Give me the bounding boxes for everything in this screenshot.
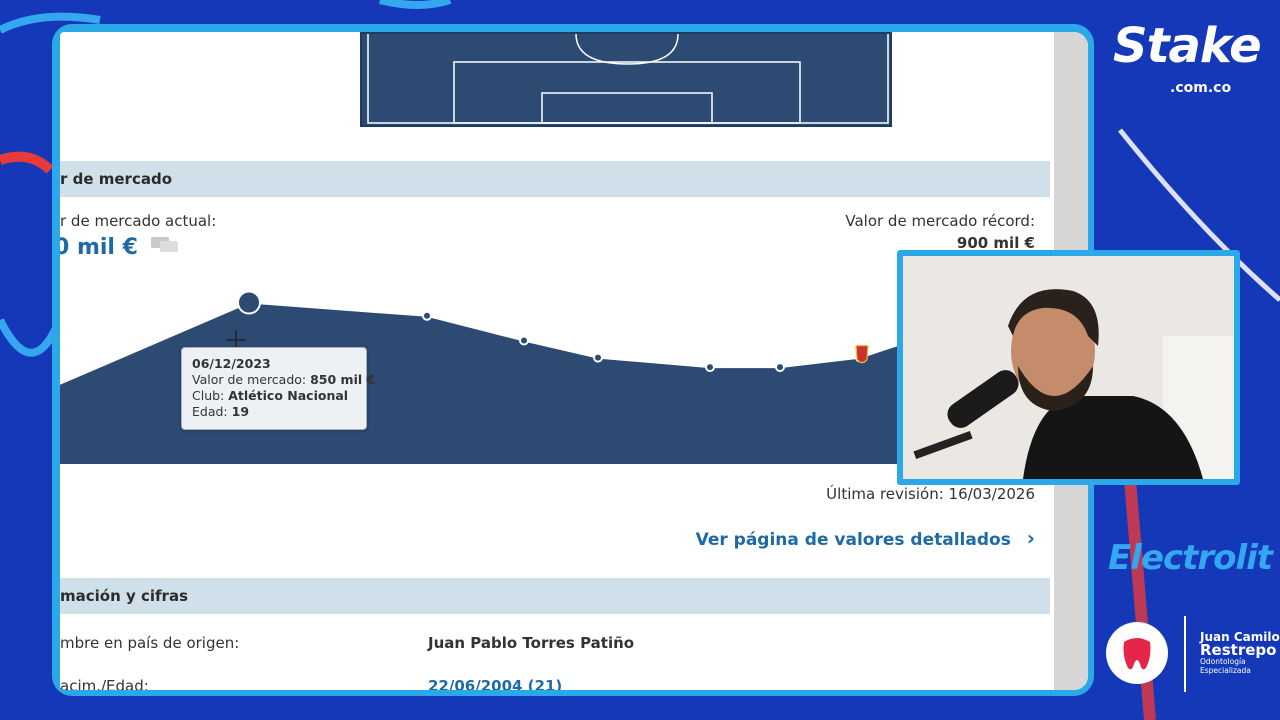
facts-row-label: mbre en país de origen: [60, 634, 240, 652]
birthdate-link[interactable]: 22/06/2004 (21) [428, 677, 562, 690]
last-review: Última revisión: 16/03/2026 [826, 485, 1035, 503]
chart-point[interactable] [422, 310, 432, 321]
sponsor-name: Juan Camilo Restrepo [1200, 630, 1280, 659]
chart-tooltip: 06/12/2023 Valor de mercado: 850 mil € C… [181, 347, 376, 430]
tooltip-date: 06/12/2023 [192, 356, 271, 371]
chart-point[interactable] [519, 335, 529, 346]
current-value: 0 mil € [60, 234, 180, 262]
webcam-overlay [897, 250, 1240, 485]
facts-row-label: acim./Edad: [60, 677, 149, 690]
comment-icon[interactable] [150, 234, 180, 262]
webcam-feed [903, 256, 1234, 479]
tooth-logo-icon [1106, 622, 1168, 684]
chart-point[interactable] [705, 362, 715, 373]
tooltip-value-row: Valor de mercado: 850 mil € [192, 372, 376, 387]
chevron-right-icon: › [1026, 526, 1035, 550]
club-crest-icon[interactable] [855, 345, 869, 364]
electrolit-logo: Electrolit [1108, 538, 1273, 578]
detailed-values-link[interactable]: Ver página de valores detallados › [696, 526, 1035, 550]
facts-section-title: mación y cifras [60, 587, 188, 605]
current-value-label: r de mercado actual: [60, 212, 217, 230]
market-value-section-header: r de mercado [60, 161, 1050, 197]
tooltip-club-row: Club: Atlético Nacional [192, 388, 349, 403]
sponsor-divider [1184, 616, 1186, 692]
facts-row-value: Juan Pablo Torres Patiño [428, 634, 635, 652]
chart-point[interactable] [593, 352, 603, 363]
pitch-graphic [360, 32, 892, 127]
market-value-section-title: r de mercado [60, 170, 173, 188]
sponsor-subtitle: Odontología Especializada [1200, 657, 1251, 675]
stake-domain: .com.co [1170, 80, 1232, 96]
chart-point[interactable] [775, 362, 785, 373]
facts-section-header: mación y cifras [60, 578, 1050, 614]
record-value-label: Valor de mercado récord: [845, 212, 1035, 230]
chart-point[interactable] [237, 290, 261, 315]
tooltip-age-row: Edad: 19 [192, 404, 250, 419]
stake-logo: Stake [1113, 18, 1262, 74]
